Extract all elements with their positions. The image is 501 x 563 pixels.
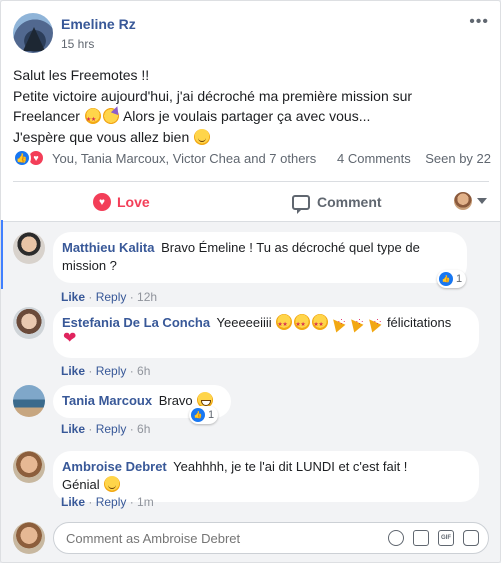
heart-icon: ♥ (93, 193, 111, 211)
react-as-selector[interactable] (454, 192, 487, 210)
like-link[interactable]: Like (61, 495, 85, 509)
comment-time[interactable]: 12h (137, 290, 157, 304)
author-name[interactable]: Emeline Rz (61, 16, 136, 32)
comment-text: mission ? (62, 258, 117, 273)
comment-item: Ambroise Debret Yeahhhh, je te l'ai dit … (13, 451, 489, 511)
reactors-names[interactable]: You, Tania Marcoux, Victor Chea and 7 ot… (52, 151, 316, 166)
commenter-avatar[interactable] (13, 451, 45, 483)
reply-link[interactable]: Reply (96, 364, 127, 378)
reaction-count: 1 (208, 409, 215, 421)
comment-reactions[interactable]: 👍 1 (189, 406, 219, 424)
smiling-face-emoji-icon (194, 128, 211, 145)
like-reaction-icon: 👍 (191, 408, 205, 422)
composer-avatar (13, 522, 45, 554)
comment-composer: GIF (13, 522, 489, 554)
reply-link[interactable]: Reply (96, 290, 127, 304)
comment-item: Matthieu Kalita Bravo Émeline ! Tu as dé… (13, 232, 489, 304)
star-struck-emoji-icon (84, 108, 101, 131)
party-popper-emoji-icon (348, 312, 364, 330)
smiling-face-emoji-icon (104, 476, 121, 492)
comment-meta: Like · Reply · 6h (61, 364, 151, 378)
post-header: Emeline Rz 15 hrs ••• (13, 13, 489, 57)
reply-link[interactable]: Reply (96, 422, 127, 436)
comment-text: Yeeeeeiiii (216, 315, 272, 330)
post-card: Emeline Rz 15 hrs ••• Salut les Freemote… (0, 0, 501, 563)
post-text-segment: Alors je voulais partager ça avec vous..… (122, 108, 371, 124)
like-reaction-icon: 👍 (439, 272, 453, 286)
comment-time[interactable]: 6h (137, 422, 150, 436)
comment-time[interactable]: 6h (137, 364, 150, 378)
star-struck-emoji-icon (276, 314, 293, 334)
comment-bubble: Matthieu Kalita Bravo Émeline ! Tu as dé… (53, 232, 467, 283)
emoji-icon[interactable] (388, 530, 404, 546)
post-line: J'espère que vous allez bien (13, 127, 483, 148)
gif-icon[interactable]: GIF (438, 530, 454, 546)
post-line: Freelancer Alors je voulais partager ça … (13, 106, 483, 131)
comment-time[interactable]: 1m (137, 495, 154, 509)
post-timestamp[interactable]: 15 hrs (61, 37, 94, 51)
comment-meta: Like · Reply · 12h (61, 290, 158, 304)
comment-reactions[interactable]: 👍 1 (437, 270, 467, 288)
star-struck-emoji-icon (312, 314, 329, 334)
comment-bubble: Estefania De La Concha Yeeeeeiiii félici… (53, 307, 479, 358)
camera-icon[interactable] (413, 530, 429, 546)
sticker-icon[interactable] (463, 530, 479, 546)
comment-button-label: Comment (317, 194, 382, 210)
comment-bubble-icon (292, 194, 310, 214)
post-line: Salut les Freemotes !! (13, 67, 150, 83)
author-avatar[interactable] (13, 13, 53, 53)
commenter-avatar[interactable] (13, 385, 45, 417)
comments-section: Matthieu Kalita Bravo Émeline ! Tu as dé… (1, 221, 500, 562)
seen-by-count[interactable]: Seen by 22 (425, 151, 491, 166)
red-heart-emoji-icon (63, 330, 79, 348)
reaction-count: 1 (456, 273, 463, 285)
party-popper-emoji-icon (330, 312, 346, 330)
comment-item: Estefania De La Concha Yeeeeeiiii félici… (13, 307, 489, 378)
commenter-avatar[interactable] (13, 307, 45, 339)
post-text-segment: J'espère que vous allez bien (13, 128, 190, 145)
comment-text: Bravo Émeline ! Tu as décroché quel type… (161, 240, 420, 255)
comment-button[interactable]: Comment (292, 192, 382, 214)
star-struck-emoji-icon (294, 314, 311, 334)
reply-link[interactable]: Reply (96, 495, 127, 509)
commenter-avatar[interactable] (13, 232, 45, 264)
comment-text: Bravo (158, 393, 193, 408)
commenter-name[interactable]: Ambroise Debret (62, 459, 167, 474)
avatar (454, 192, 472, 210)
comment-text: Yeahhhh, je te l'ai dit LUNDI et c'est f… (173, 459, 408, 474)
post-body: Salut les Freemotes !! Petite victoire a… (13, 65, 483, 147)
more-horizontal-icon[interactable]: ••• (469, 13, 489, 31)
composer-tools: GIF (388, 530, 479, 546)
partying-face-emoji-icon (102, 108, 119, 124)
like-link[interactable]: Like (61, 364, 85, 378)
post-text-segment: Freelancer (13, 108, 80, 124)
commenter-name[interactable]: Estefania De La Concha (62, 315, 210, 330)
post-line: Petite victoire aujourd'hui, j'ai décroc… (13, 87, 413, 104)
like-link[interactable]: Like (61, 422, 85, 436)
caret-down-icon (477, 198, 487, 204)
comments-count[interactable]: 4 Comments (337, 151, 411, 166)
comment-item: Tania Marcoux Bravo 👍 1 Like · Reply · 6… (13, 385, 489, 436)
comment-meta: Like · Reply · 6h (61, 422, 151, 436)
comment-text: félicitations (386, 315, 452, 330)
commenter-name[interactable]: Tania Marcoux (62, 393, 152, 408)
commenter-name[interactable]: Matthieu Kalita (62, 240, 154, 255)
like-reaction-icon[interactable]: 👍 (13, 149, 31, 167)
active-comment-indicator (1, 220, 3, 289)
comment-meta: Like · Reply · 1m (61, 495, 154, 509)
party-popper-emoji-icon (366, 312, 382, 330)
like-link[interactable]: Like (61, 290, 85, 304)
comment-text: Génial (62, 477, 100, 492)
reactions-summary: 👍 ♥ You, Tania Marcoux, Victor Chea and … (13, 148, 491, 168)
love-button[interactable]: ♥ Love (93, 192, 150, 212)
love-button-label: Love (117, 194, 150, 210)
action-bar: ♥ Love Comment (13, 181, 489, 221)
